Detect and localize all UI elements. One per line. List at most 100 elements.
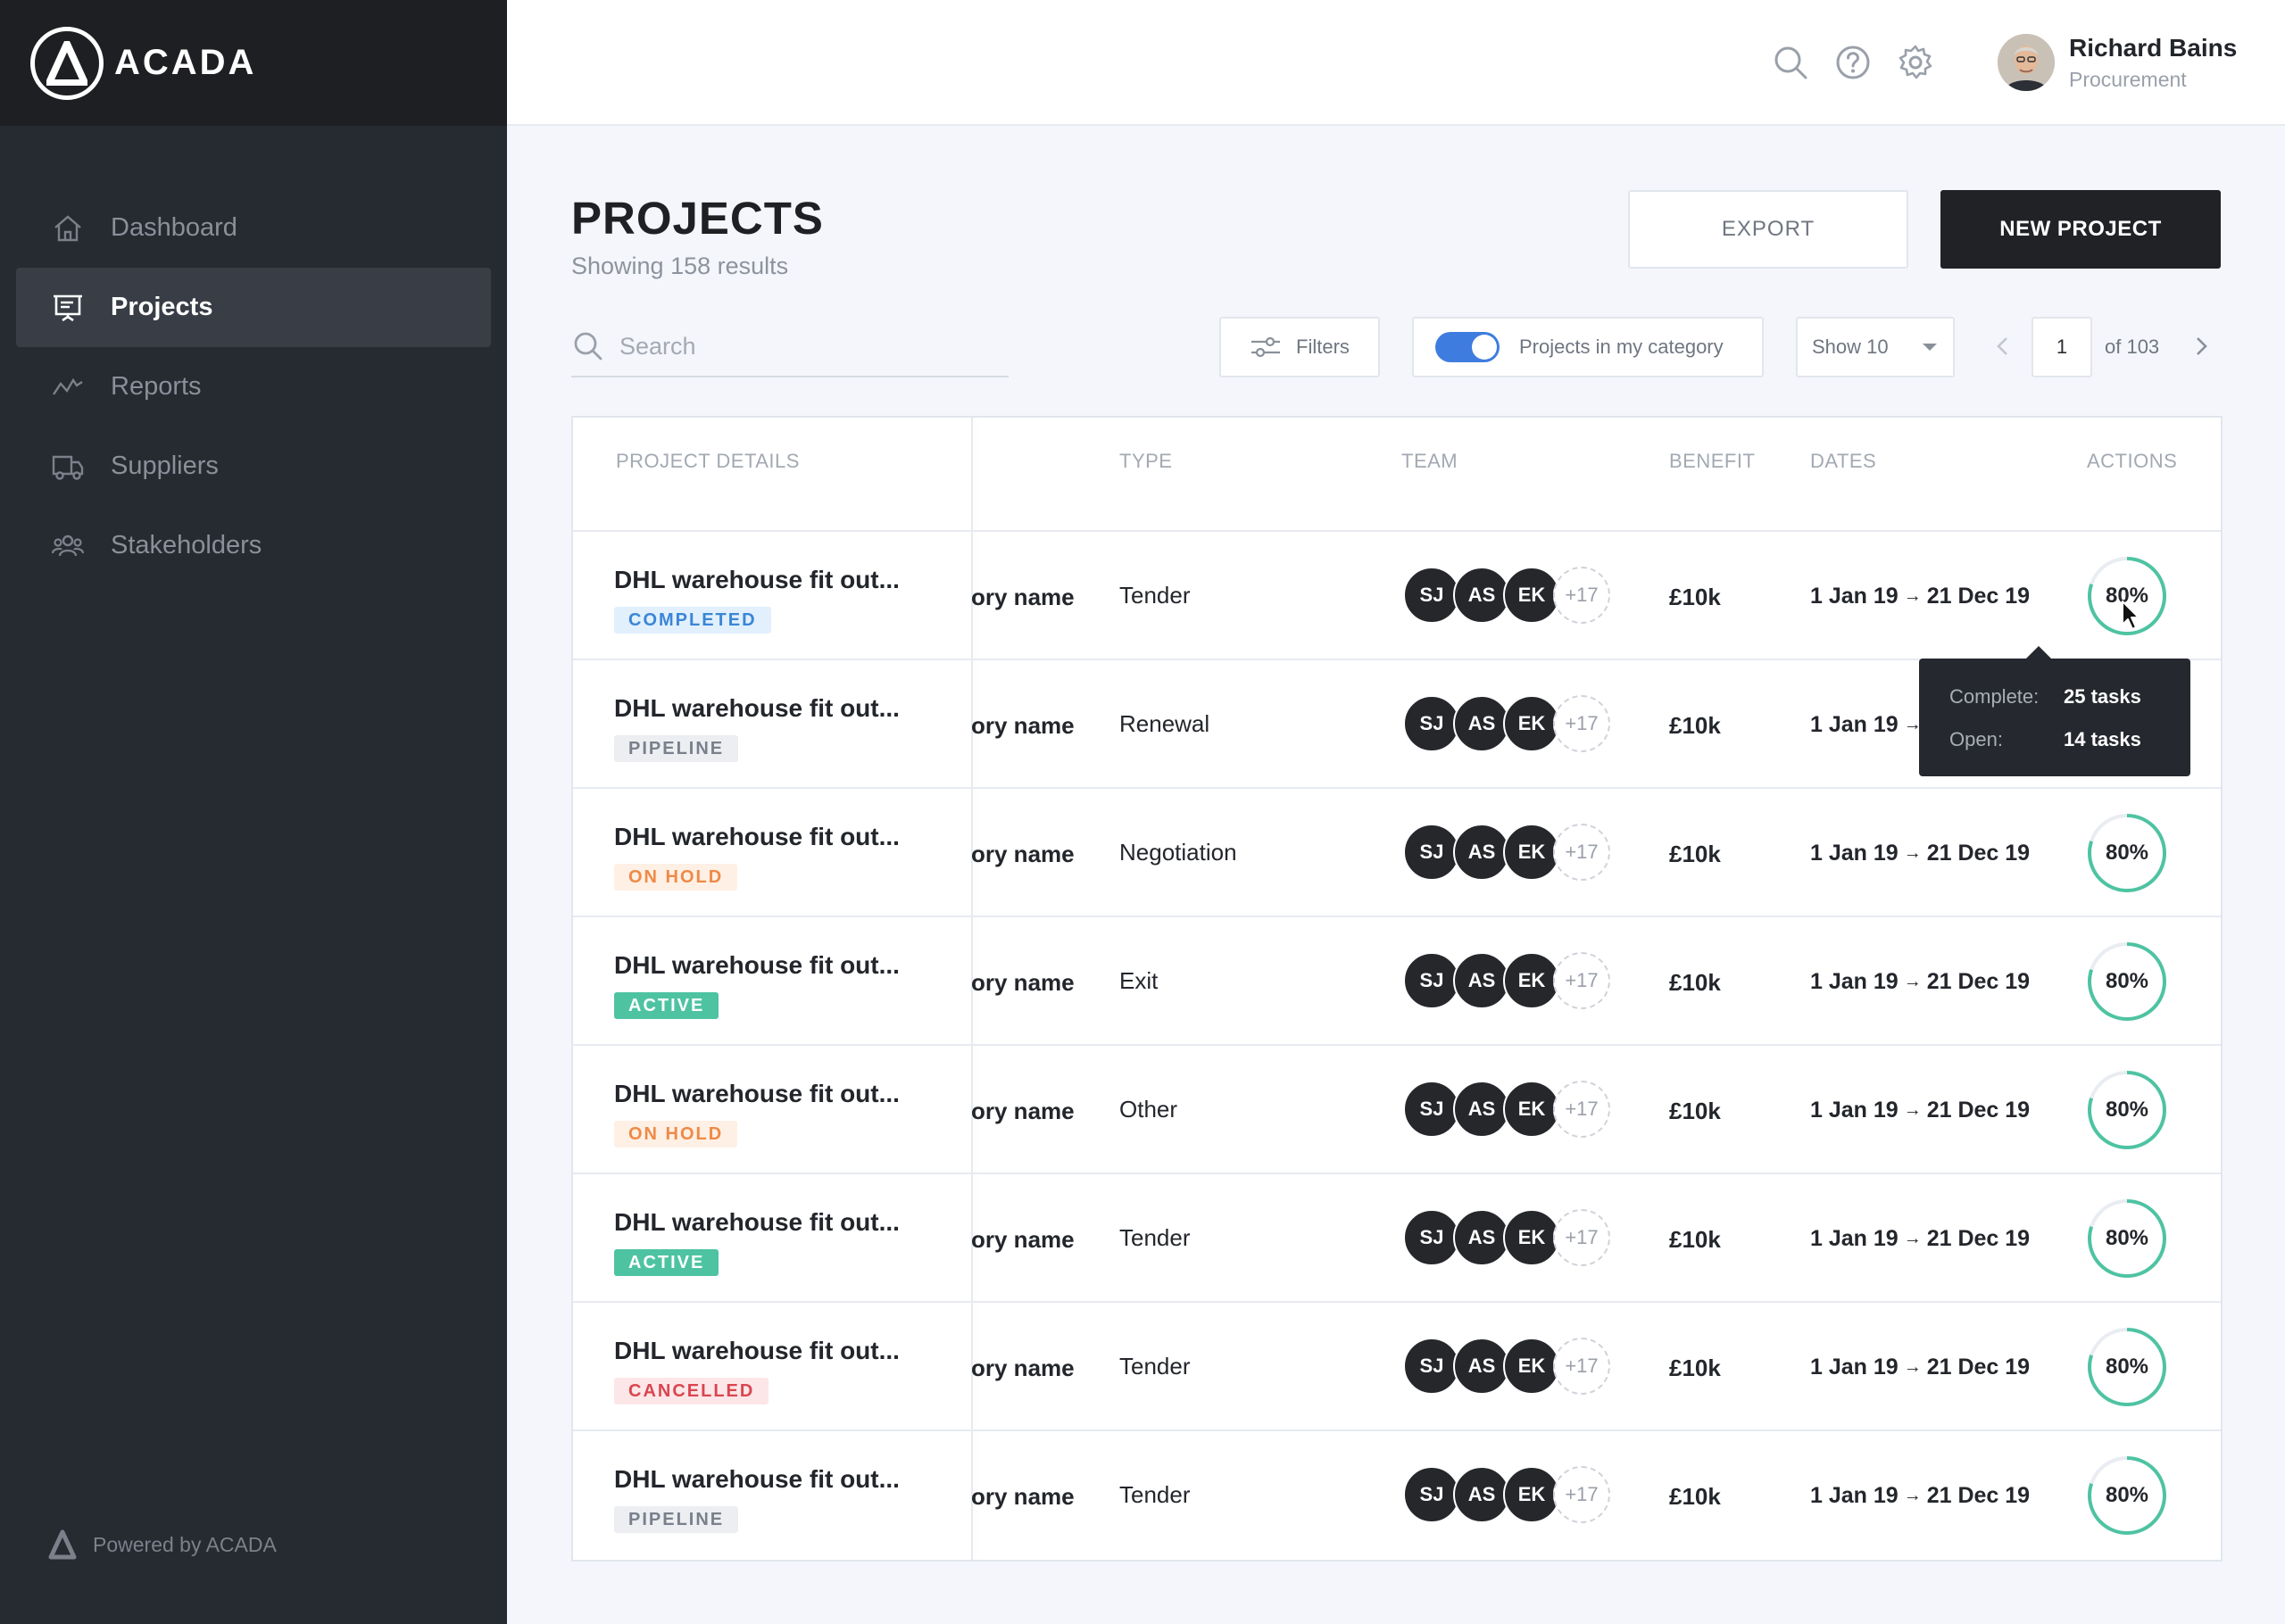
team-member-avatar[interactable]: EK (1503, 695, 1560, 752)
start-date: 1 Jan 19 (1810, 584, 1899, 609)
table-header: PROJECT DETAILS TYPE TEAM BENEFIT DATES … (573, 418, 2221, 532)
end-date: 21 Dec 19 (1926, 969, 2031, 994)
search-input[interactable] (619, 332, 976, 360)
category-toggle[interactable] (1435, 332, 1500, 362)
team-member-avatar[interactable]: SJ (1403, 1081, 1460, 1138)
page-size-select[interactable]: Show 10 (1796, 317, 1955, 377)
team-more-count[interactable]: +17 (1553, 1466, 1610, 1523)
team-more-count[interactable]: +17 (1553, 1081, 1610, 1138)
column-header-team[interactable]: TEAM (1401, 450, 1458, 473)
date-range: 1 Jan 19→21 Dec 19 (1810, 1483, 2030, 1509)
progress-percent: 80% (2105, 841, 2149, 865)
status-badge: ON HOLD (614, 864, 738, 891)
export-button[interactable]: EXPORT (1628, 190, 1908, 269)
user-name[interactable]: Richard Bains (2069, 34, 2237, 62)
team-member-avatar[interactable]: EK (1503, 952, 1560, 1009)
team-more-count[interactable]: +17 (1553, 824, 1610, 881)
chevron-left-icon[interactable] (1987, 330, 2019, 362)
column-header-details[interactable]: PROJECT DETAILS (616, 450, 800, 473)
acada-logo-icon[interactable] (30, 26, 104, 100)
team-member-avatar[interactable]: SJ (1403, 567, 1460, 624)
chevron-right-icon[interactable] (2185, 330, 2217, 362)
team-member-avatar[interactable]: EK (1503, 1466, 1560, 1523)
team-member-avatar[interactable]: EK (1503, 1081, 1560, 1138)
team-more-count[interactable]: +17 (1553, 1338, 1610, 1395)
project-type: Tender (1119, 1224, 1191, 1251)
project-name[interactable]: DHL warehouse fit out... (614, 1465, 900, 1494)
table-row[interactable]: DHL warehouse fit out... ON HOLD ory name O… (573, 1046, 2221, 1174)
team-member-avatar[interactable]: EK (1503, 824, 1560, 881)
team-member-avatar[interactable]: EK (1503, 1338, 1560, 1395)
table-row[interactable]: DHL warehouse fit out... COMPLETED ory nam… (573, 532, 2221, 660)
table-row[interactable]: DHL warehouse fit out... CANCELLED ory nam… (573, 1303, 2221, 1431)
table-row[interactable]: DHL warehouse fit out... ON HOLD ory name N… (573, 789, 2221, 917)
category-name-text: ory name (971, 1355, 1075, 1381)
end-date: 21 Dec 19 (1926, 584, 2031, 609)
team-member-avatar[interactable]: SJ (1403, 1338, 1460, 1395)
category-name-text: ory name (971, 841, 1075, 867)
help-icon[interactable] (1833, 43, 1873, 82)
column-header-type[interactable]: TYPE (1119, 450, 1172, 473)
sidebar-item-label: Projects (111, 293, 213, 321)
team-avatars[interactable]: SJ AS EK +17 (1403, 824, 1610, 881)
project-name[interactable]: DHL warehouse fit out... (614, 1337, 900, 1365)
project-name[interactable]: DHL warehouse fit out... (614, 694, 900, 723)
team-member-avatar[interactable]: SJ (1403, 952, 1460, 1009)
sidebar-item-dashboard[interactable]: Dashboard (16, 188, 491, 268)
column-header-benefit[interactable]: BENEFIT (1669, 450, 1755, 473)
table-row[interactable]: DHL warehouse fit out... ACTIVE ory name Te… (573, 1174, 2221, 1303)
table-row[interactable]: DHL warehouse fit out... PIPELINE ory name… (573, 1431, 2221, 1560)
team-more-count[interactable]: +17 (1553, 952, 1610, 1009)
team-member-avatar[interactable]: AS (1453, 1466, 1510, 1523)
sidebar-item-stakeholders[interactable]: Stakeholders (16, 506, 491, 585)
progress-percent: 80% (2105, 1098, 2149, 1122)
team-member-avatar[interactable]: AS (1453, 695, 1510, 752)
team-member-avatar[interactable]: AS (1453, 824, 1510, 881)
team-avatars[interactable]: SJ AS EK +17 (1403, 1209, 1610, 1266)
team-more-count[interactable]: +17 (1553, 1209, 1610, 1266)
arrow-right-icon: → (1903, 1486, 1922, 1505)
team-more-count[interactable]: +17 (1553, 567, 1610, 624)
team-member-avatar[interactable]: AS (1453, 952, 1510, 1009)
team-member-avatar[interactable]: AS (1453, 1338, 1510, 1395)
team-member-avatar[interactable]: AS (1453, 1209, 1510, 1266)
filters-button[interactable]: Filters (1219, 317, 1380, 377)
new-project-button[interactable]: NEW PROJECT (1940, 190, 2221, 269)
column-header-dates[interactable]: DATES (1810, 450, 1876, 473)
team-avatars[interactable]: SJ AS EK +17 (1403, 952, 1610, 1009)
sidebar-item-projects[interactable]: Projects (16, 268, 491, 347)
project-name[interactable]: DHL warehouse fit out... (614, 1208, 900, 1237)
team-more-count[interactable]: +17 (1553, 695, 1610, 752)
sidebar-item-suppliers[interactable]: Suppliers (16, 427, 491, 506)
team-member-avatar[interactable]: SJ (1403, 1209, 1460, 1266)
category-name-text: ory name (971, 1226, 1075, 1253)
project-name[interactable]: DHL warehouse fit out... (614, 566, 900, 594)
team-member-avatar[interactable]: SJ (1403, 824, 1460, 881)
project-name[interactable]: DHL warehouse fit out... (614, 823, 900, 851)
sidebar-item-reports[interactable]: Reports (16, 347, 491, 427)
project-name[interactable]: DHL warehouse fit out... (614, 951, 900, 980)
team-member-avatar[interactable]: EK (1503, 1209, 1560, 1266)
end-date: 21 Dec 19 (1926, 841, 2031, 866)
page-number-input[interactable]: 1 (2032, 317, 2092, 377)
team-avatars[interactable]: SJ AS EK +17 (1403, 1338, 1610, 1395)
gear-icon[interactable] (1896, 43, 1935, 82)
team-member-avatar[interactable]: EK (1503, 567, 1560, 624)
team-avatars[interactable]: SJ AS EK +17 (1403, 1081, 1610, 1138)
team-avatars[interactable]: SJ AS EK +17 (1403, 1466, 1610, 1523)
team-member-avatar[interactable]: SJ (1403, 1466, 1460, 1523)
category-name-text: ory name (971, 969, 1075, 996)
team-member-avatar[interactable]: SJ (1403, 695, 1460, 752)
progress-percent: 80% (2105, 1226, 2149, 1250)
project-name[interactable]: DHL warehouse fit out... (614, 1080, 900, 1108)
table-row[interactable]: DHL warehouse fit out... ACTIVE ory name Ex… (573, 917, 2221, 1046)
team-avatars[interactable]: SJ AS EK +17 (1403, 567, 1610, 624)
search-icon[interactable] (1771, 43, 1810, 82)
category-name: ory name (971, 969, 1105, 997)
team-member-avatar[interactable]: AS (1453, 567, 1510, 624)
page-total: of 103 (2105, 336, 2160, 358)
avatar[interactable] (1998, 34, 2055, 91)
project-type: Tender (1119, 1481, 1191, 1508)
team-member-avatar[interactable]: AS (1453, 1081, 1510, 1138)
team-avatars[interactable]: SJ AS EK +17 (1403, 695, 1610, 752)
